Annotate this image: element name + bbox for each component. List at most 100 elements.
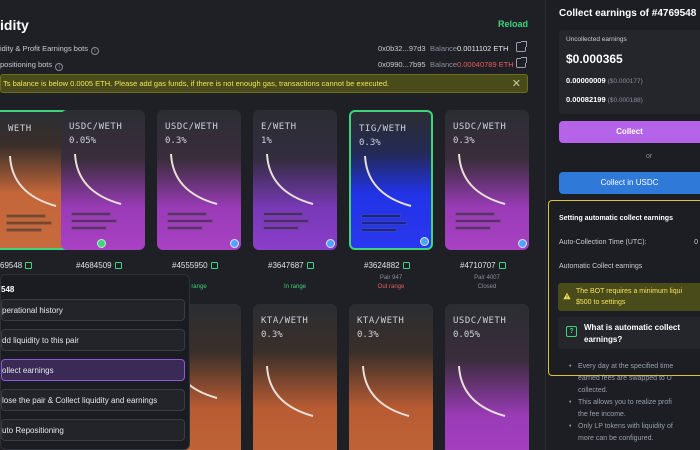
uncollected-earnings-box: Uncollected earnings $0.000365 0.0000000… (559, 30, 700, 114)
menu-item-add-liquidity[interactable]: dd liquidity to this pair (1, 329, 185, 351)
close-icon[interactable]: ✕ (512, 77, 521, 90)
settings-title: Setting automatic collect earnings (559, 215, 673, 222)
pair-label: USDC/WETH (165, 122, 219, 132)
balance-value: 0.00040789 ETH (457, 60, 514, 69)
fee-label: 0.3% (357, 330, 379, 340)
bot-address: 0x0990...7b95 (378, 60, 426, 69)
balance-label: Balance (430, 60, 458, 69)
faq-bullet-cont: collected. (578, 387, 608, 394)
status-text: Out range (377, 284, 405, 290)
position-id[interactable]: 69548 (0, 261, 33, 270)
menu-item-operational-history[interactable]: perational history (1, 299, 185, 321)
position-id[interactable]: #3647687 (268, 261, 314, 270)
menu-item-close-pair[interactable]: lose the pair & Collect liquidity and ea… (1, 389, 185, 411)
faq-toggle[interactable]: ? What is automatic collect earnings? (558, 317, 700, 349)
status-text: In range (283, 284, 307, 290)
external-link-icon[interactable] (25, 262, 33, 269)
bot-label: positioning bots (0, 60, 53, 69)
position-card[interactable]: TIG/WETH 0.3% (349, 110, 433, 250)
fee-label: 0.3% (359, 138, 381, 148)
status-dot-icon (97, 239, 106, 248)
auto-collect-settings: Setting automatic collect earnings Auto-… (548, 200, 700, 376)
warning-text: Ts balance is below 0.0005 ETH. Please a… (3, 79, 390, 88)
position-card[interactable]: USDC/WETH 0.05% (445, 304, 529, 450)
position-card[interactable]: E/WETH 1% (253, 110, 337, 250)
or-separator: or (646, 153, 653, 160)
auto-time-input[interactable]: 0 (694, 239, 698, 246)
position-card[interactable]: KTA/WETH 0.3% (253, 304, 337, 450)
token-earnings-row: 0.00082199 ($0.000188) (566, 95, 643, 104)
fee-label: 0.3% (453, 136, 475, 146)
position-context-menu: 548 perational history dd liquidity to t… (0, 274, 190, 450)
panel-title: idity (0, 17, 29, 33)
bot-badge-icon (326, 239, 335, 248)
bot-address: 0x0b32...97d3 (378, 44, 426, 53)
positions-panel: idity Reload idity & Profit Earnings bot… (0, 0, 546, 450)
info-icon[interactable]: i (55, 63, 64, 71)
gas-warning-banner: Ts balance is below 0.0005 ETH. Please a… (0, 74, 528, 93)
info-icon[interactable]: i (90, 47, 99, 55)
menu-title: 548 (1, 285, 15, 294)
panel-header: idity Reload (0, 14, 546, 38)
faq-bullet: Only LP tokens with liquidity of (569, 423, 673, 430)
position-card[interactable]: USDC/WETH 0.3% (445, 110, 529, 250)
pair-label: KTA/WETH (357, 316, 405, 326)
faq-bullet: This allows you to realize profi (569, 399, 672, 406)
faq-bullet-cont: earned fees are swapped to U (578, 375, 672, 382)
range-arc-icon (362, 365, 410, 417)
external-link-icon[interactable] (402, 262, 410, 269)
bot-row-repositioning: positioning bots i 0x0990...7b95 Balance … (0, 56, 530, 74)
bot-badge-icon (420, 237, 429, 246)
pair-label: TIG/WETH (359, 124, 407, 134)
external-link-icon[interactable] (306, 262, 314, 269)
external-link-icon[interactable] (210, 262, 218, 269)
balance-value: 0.0011102 ETH (457, 44, 509, 53)
position-id[interactable]: #4710707 (460, 261, 506, 270)
auto-collect-label: Automatic Collect earnings (559, 263, 643, 270)
pair-label: E/WETH (261, 122, 297, 132)
faq-bullet-cont: more can be configured. (578, 435, 654, 442)
minimum-liquidity-notice: The BOT requires a minimum liqui $500 to… (558, 283, 700, 311)
range-arc-icon (9, 155, 57, 207)
external-link-icon[interactable] (516, 41, 527, 52)
range-arc-icon (74, 153, 122, 205)
question-icon: ? (566, 326, 577, 337)
position-card[interactable]: USDC/WETH 0.05% (61, 110, 145, 250)
menu-item-collect-earnings[interactable]: ollect earnings (1, 359, 185, 381)
pair-label: USDC/WETH (453, 316, 507, 326)
position-id[interactable]: #4684509 (76, 261, 122, 270)
fee-label: 1% (261, 136, 272, 146)
fee-label: 0.3% (261, 330, 283, 340)
fee-label: 0.05% (453, 330, 481, 340)
external-link-icon[interactable] (114, 262, 122, 269)
panel-title: Collect earnings of #4769548 (559, 8, 697, 19)
collect-button[interactable]: Collect (559, 121, 700, 143)
uncollected-label: Uncollected earnings (566, 36, 627, 43)
collect-earnings-panel: Collect earnings of #4769548 Uncollected… (546, 0, 700, 450)
status-small: Pair 4007 (474, 275, 500, 281)
external-link-icon[interactable] (498, 262, 506, 269)
status-small: Pair 947 (379, 275, 403, 281)
pair-label: WETH (8, 124, 32, 134)
faq-bullet-cont: the fee income. (578, 411, 626, 418)
fee-label: 0.05% (69, 136, 97, 146)
range-arc-icon (458, 153, 506, 205)
range-arc-icon (364, 155, 412, 207)
bot-label: idity & Profit Earnings bots (0, 44, 88, 53)
faq-bullet: Every day at the specified time (569, 363, 673, 370)
position-card[interactable]: USDC/WETH 0.3% (157, 110, 241, 250)
reload-button[interactable]: Reload (498, 19, 528, 29)
range-arc-icon (266, 153, 314, 205)
total-earnings: $0.000365 (566, 52, 623, 66)
pair-label: USDC/WETH (453, 122, 507, 132)
external-link-icon[interactable] (516, 57, 527, 68)
position-id[interactable]: #3624882 (364, 261, 410, 270)
position-id[interactable]: #4555950 (172, 261, 218, 270)
auto-time-label: Auto-Collection Time (UTC): (559, 239, 647, 246)
menu-item-auto-repositioning[interactable]: uto Repositioning (1, 419, 185, 441)
collect-in-usdc-button[interactable]: Collect in USDC (559, 172, 700, 194)
position-card[interactable]: KTA/WETH 0.3% (349, 304, 433, 450)
range-arc-icon (170, 153, 218, 205)
token-earnings-row: 0.00000009 ($0.000177) (566, 76, 643, 85)
balance-label: Balance (430, 44, 458, 53)
